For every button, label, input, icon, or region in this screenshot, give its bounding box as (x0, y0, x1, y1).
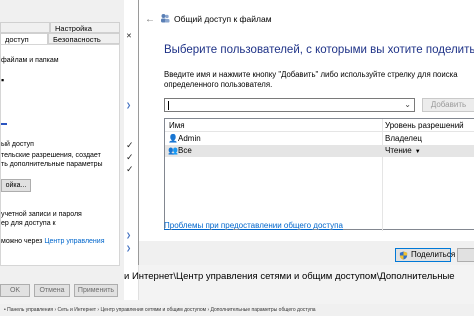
link-prefix: можно через (1, 238, 45, 245)
apply-button[interactable]: Применить (74, 284, 118, 297)
group-icon: 👥 (168, 146, 178, 155)
check-icon: ✓ (126, 164, 134, 174)
apply-button-label: Применить (77, 287, 115, 294)
row-name: Все (178, 146, 192, 155)
props-cancel-label: Отмена (39, 287, 65, 294)
password-line2: ер для доступа к (1, 220, 56, 227)
folder-icon: ▪ (1, 75, 5, 85)
user-icon: 👤 (168, 134, 178, 143)
dialog-heading: Выберите пользователей, с которыми вы хо… (164, 44, 474, 56)
divider-accent (1, 123, 7, 125)
tab-security-label: Безопасность (53, 35, 101, 44)
chevron-icon: ❯ (126, 103, 132, 109)
tab-settings-label: Настройка (55, 24, 92, 33)
table-row[interactable]: 👤 Admin Владелец (165, 133, 474, 145)
password-line1: учетной записи и пароля (1, 211, 82, 218)
file-sharing-dialog: ← Общий доступ к файлам Выберите пользов… (138, 0, 474, 265)
caret-down-icon: ▼ (414, 149, 421, 155)
row-level: Чтение (385, 146, 412, 155)
advanced-sharing-button[interactable]: ойка... (1, 179, 31, 192)
check-icon: ✓ (126, 152, 134, 162)
ok-button[interactable]: OK (0, 284, 30, 297)
background-panel-strip: ✕ ❯ ✓ ✓ ✓ ❯ ❯ (124, 0, 139, 300)
row-name: Admin (178, 134, 201, 143)
tab-access[interactable]: доступ (0, 33, 48, 44)
sharing-help-link[interactable]: Проблемы при предоставлении общего досту… (164, 221, 343, 230)
breadcrumb: • Панель управления › Сеть и Интернет › … (0, 304, 474, 316)
props-cancel-button[interactable]: Отмена (34, 284, 70, 297)
section-files-label: файлам и папкам (1, 57, 59, 64)
address-path: и Интернет\Центр управления сетями и общ… (124, 271, 455, 282)
column-header-name[interactable]: Имя (169, 121, 185, 130)
column-header-level[interactable]: Уровень разрешений (385, 121, 464, 130)
permissions-table: Имя Уровень разрешений 👤 Admin Владелец … (164, 118, 474, 231)
advanced-sharing-line1: тельские разрешения, создает (1, 152, 101, 159)
add-button[interactable]: Добавить (422, 98, 474, 112)
network-center-text: можно через Центр управления (1, 238, 105, 245)
row-level: Владелец (385, 134, 423, 143)
ok-button-label: OK (9, 287, 21, 294)
permission-level-dropdown[interactable]: Чтение ▼ (385, 146, 421, 155)
table-row[interactable]: 👥 Все Чтение ▼ (165, 145, 474, 157)
cancel-button[interactable] (457, 248, 474, 262)
network-center-link[interactable]: Центр управления (44, 238, 104, 245)
advanced-sharing-line2: ть дополнительные параметры (1, 161, 103, 168)
dialog-instructions: Введите имя и нажмите кнопку "Добавить" … (164, 70, 458, 89)
people-icon (161, 14, 170, 23)
chevron-icon: ❯ (126, 246, 132, 252)
tab-settings[interactable]: Настройка (50, 22, 120, 33)
tab-security[interactable]: Безопасность (48, 33, 120, 44)
advanced-sharing-button-label: ойка... (5, 182, 27, 189)
share-button[interactable]: Поделиться (395, 248, 455, 262)
dialog-title: Общий доступ к файлам (174, 14, 272, 24)
check-icon: ✓ (126, 140, 134, 150)
share-button-label: Поделиться (411, 250, 456, 259)
text-cursor (168, 101, 169, 110)
back-arrow-icon[interactable]: ← (145, 14, 155, 25)
properties-panel: файлам и папкам ▪ ый доступ тельские раз… (0, 44, 120, 266)
properties-window: Настройка доступ Безопасность файлам и п… (0, 0, 125, 300)
chevron-down-icon[interactable]: ⌄ (404, 100, 411, 109)
advanced-sharing-heading: ый доступ (1, 141, 34, 148)
header-divider (165, 131, 474, 132)
user-name-combobox[interactable]: ⌄ (164, 98, 415, 112)
chevron-icon: ❯ (126, 233, 132, 239)
close-icon[interactable]: ✕ (126, 32, 132, 40)
dialog-footer: Поделиться (139, 241, 474, 265)
tab-partial[interactable] (0, 22, 50, 33)
shield-icon (399, 251, 408, 260)
tab-access-label: доступ (5, 35, 29, 44)
